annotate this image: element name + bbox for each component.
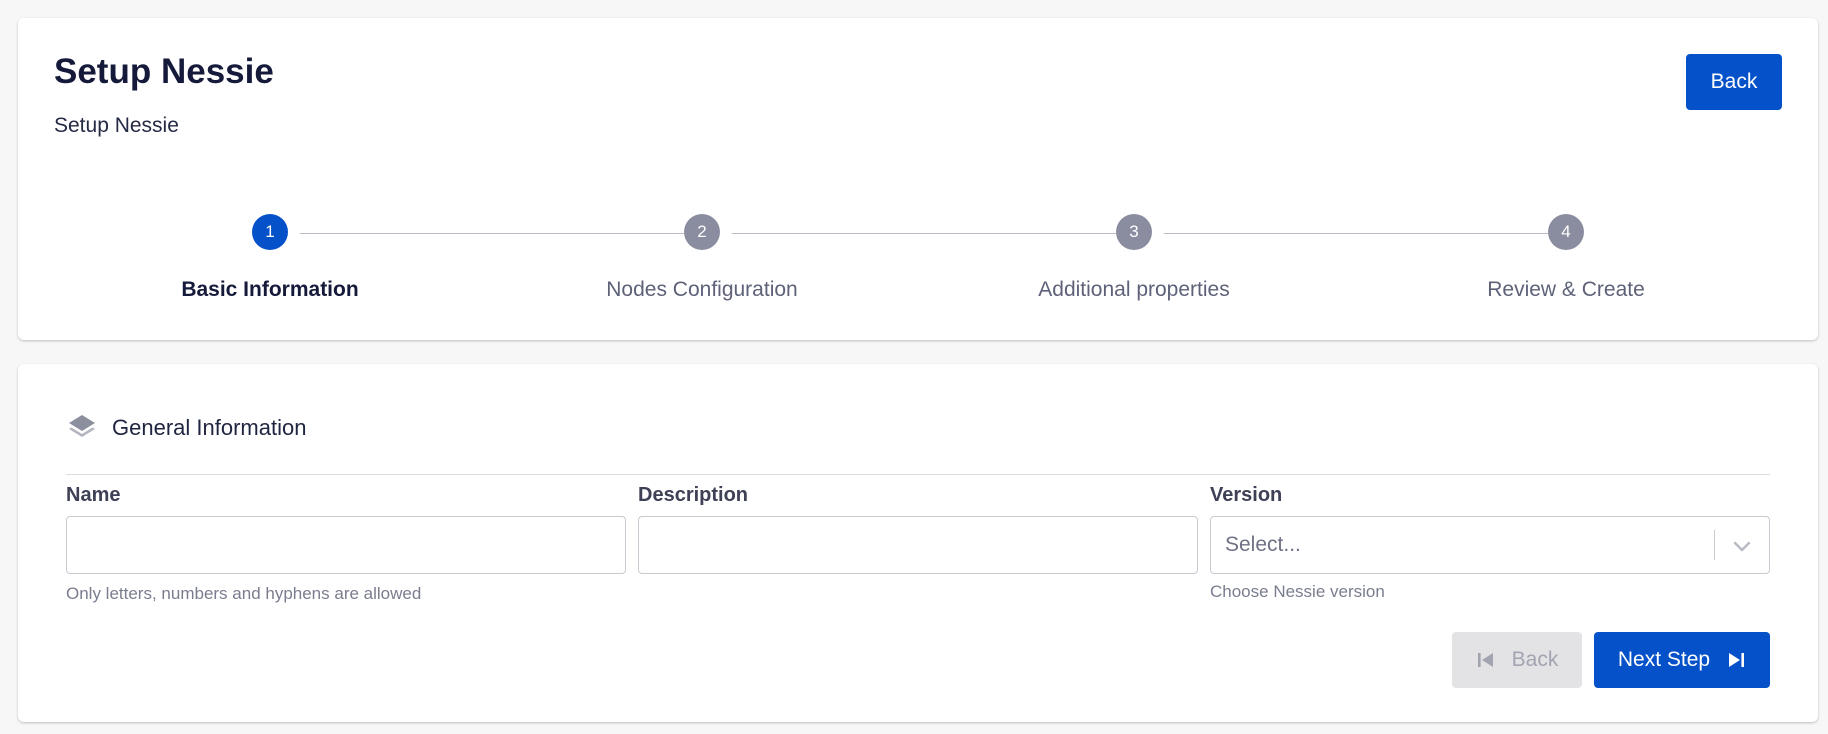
previous-step-label: Back xyxy=(1511,648,1559,671)
page-title: Setup Nessie xyxy=(54,52,274,91)
header-card: Setup Nessie Setup Nessie Back 1 2 3 4 B… xyxy=(18,18,1818,340)
select-separator xyxy=(1714,530,1715,560)
description-label: Description xyxy=(638,484,749,506)
next-step-button[interactable]: Next Step xyxy=(1594,632,1770,688)
page-subtitle: Setup Nessie xyxy=(54,114,179,137)
section-header: General Information xyxy=(66,412,306,444)
description-input[interactable] xyxy=(638,516,1198,574)
skip-next-icon xyxy=(1729,653,1745,667)
skip-previous-icon xyxy=(1477,653,1493,667)
description-field-group: Description xyxy=(638,476,1198,574)
step-1-indicator[interactable]: 1 xyxy=(252,214,288,250)
section-divider xyxy=(66,474,1770,475)
version-label: Version xyxy=(1210,484,1283,506)
version-field-group: Version Select... Choose Nessie version xyxy=(1210,476,1770,602)
name-helper-text: Only letters, numbers and hyphens are al… xyxy=(66,584,422,603)
version-select[interactable]: Select... xyxy=(1210,516,1770,574)
layers-icon xyxy=(69,415,95,437)
header-back-button[interactable]: Back xyxy=(1686,54,1782,110)
step-3-label[interactable]: Additional properties xyxy=(964,278,1304,302)
name-label: Name xyxy=(66,484,121,506)
form-card: General Information Name Only letters, n… xyxy=(18,364,1818,722)
version-select-placeholder: Select... xyxy=(1225,533,1301,556)
previous-step-button[interactable]: Back xyxy=(1452,632,1582,688)
section-title: General Information xyxy=(112,415,307,440)
chevron-down-icon[interactable] xyxy=(1731,535,1753,557)
step-connector xyxy=(732,233,1116,234)
step-3-indicator[interactable]: 3 xyxy=(1116,214,1152,250)
next-step-label: Next Step xyxy=(1617,648,1711,671)
step-2-label[interactable]: Nodes Configuration xyxy=(532,278,872,302)
step-1-label[interactable]: Basic Information xyxy=(100,278,440,302)
version-helper-text: Choose Nessie version xyxy=(1210,582,1385,601)
step-connector xyxy=(1164,233,1548,234)
step-connector xyxy=(300,233,684,234)
name-field-group: Name Only letters, numbers and hyphens a… xyxy=(66,476,626,604)
step-2-indicator[interactable]: 2 xyxy=(684,214,720,250)
step-4-indicator[interactable]: 4 xyxy=(1548,214,1584,250)
name-input[interactable] xyxy=(66,516,626,574)
step-4-label[interactable]: Review & Create xyxy=(1396,278,1736,302)
